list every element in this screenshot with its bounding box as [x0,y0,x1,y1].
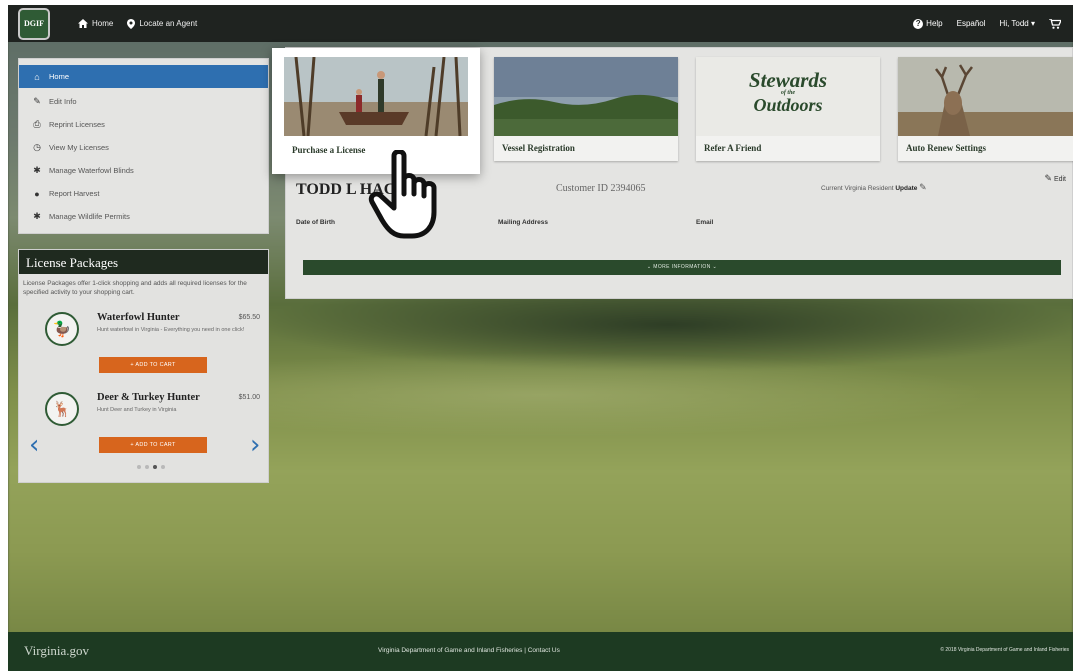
pencil-icon[interactable]: ✎ [919,182,927,192]
cart-icon[interactable] [1049,18,1061,29]
license-packages-title: License Packages [19,250,268,274]
info-icon: ● [34,188,40,199]
gear-icon: ✱ [33,165,41,175]
copyright: © 2018 Virginia Department of Game and I… [940,647,1069,653]
license-packages-description: License Packages offer 1-click shopping … [23,280,247,296]
license-packages-panel: License Packages License Packages offer … [18,249,269,483]
sidebar-item-wildlife-permits[interactable]: ✱ Manage Wildlife Permits [19,205,268,228]
edit-customer-link[interactable]: ✎ Edit [1044,173,1066,184]
help-link[interactable]: ? Help [913,18,943,29]
package-item: 🦌 Deer & Turkey Hunter $51.00 Hunt Deer … [45,392,260,432]
user-menu[interactable]: Hi, Todd ▾ [1000,19,1035,28]
map-pin-icon [127,18,136,29]
nav-locate-agent-link[interactable]: Locate an Agent [127,18,197,29]
tile-vessel-registration[interactable]: Vessel Registration [494,57,678,161]
update-residency-link[interactable]: Update [895,185,917,192]
home-icon [78,19,88,28]
dob-label: Date of Birth [296,219,335,226]
sidebar-item-reprint-licenses[interactable]: ⎙ Reprint Licenses [19,113,268,136]
sidebar-item-report-harvest[interactable]: ● Report Harvest [19,182,268,205]
language-link[interactable]: Español [957,19,986,28]
pencil-icon: ✎ [33,96,41,106]
deer-icon: 🦌 [45,392,79,426]
help-icon: ? [913,18,924,29]
lake-image [494,57,678,136]
sidebar-item-view-licenses[interactable]: ◷ View My Licenses [19,136,268,159]
gear-icon: ✱ [33,211,41,221]
tile-auto-renew[interactable]: Auto Renew Settings [898,57,1073,161]
customer-id: Customer ID 2394065 [556,183,646,194]
printer-icon: ⎙ [33,119,41,129]
contact-us-link[interactable]: Contact Us [528,647,560,654]
hand-cursor-icon [368,150,437,239]
history-icon: ◷ [33,142,41,152]
carousel-dots [137,465,165,469]
mailing-address-label: Mailing Address [498,219,548,226]
carousel-dot[interactable] [137,465,141,469]
footer: Virginia.gov Virginia Department of Game… [8,632,1073,671]
tile-refer-friend[interactable]: Stewards of the Outdoors Refer A Friend [696,57,880,161]
more-information-button[interactable]: ⌄ MORE INFORMATION ⌄ [303,260,1061,275]
carousel-dot[interactable] [161,465,165,469]
carousel-prev-icon[interactable]: ‹ [29,432,39,458]
deer-image [898,57,1073,136]
duck-icon: 🦆 [45,312,79,346]
resident-status: Current Virginia Resident Update ✎ [821,182,927,192]
stewards-logo: Stewards of the Outdoors [696,57,880,136]
home-icon: ⌂ [34,71,40,82]
sidebar-item-waterfowl-blinds[interactable]: ✱ Manage Waterfowl Blinds [19,159,268,182]
pencil-icon: ✎ [1044,173,1052,183]
nav-home-link[interactable]: Home [78,19,113,28]
add-to-cart-button[interactable]: + ADD TO CART [99,357,207,373]
sidebar-item-edit-info[interactable]: ✎ Edit Info [19,90,268,113]
carousel-dot[interactable] [153,465,157,469]
top-navbar: DGIF Home Locate an Agent ? Help Español … [8,5,1073,42]
carousel-next-icon[interactable]: › [250,432,260,458]
sidebar-item-home[interactable]: ⌂ Home [19,65,268,88]
sidebar-nav: ⌂ Home ✎ Edit Info ⎙ Reprint Licenses ◷ … [18,58,269,234]
fishing-boat-image [284,57,468,136]
virginia-gov-link[interactable]: Virginia.gov [24,643,89,659]
add-to-cart-button[interactable]: + ADD TO CART [99,437,207,453]
dgif-link[interactable]: Virginia Department of Game and Inland F… [378,647,522,654]
email-label: Email [696,219,714,226]
browser-viewport: DGIF Home Locate an Agent ? Help Español … [8,5,1073,671]
carousel-dot[interactable] [145,465,149,469]
dgif-logo[interactable]: DGIF [18,7,50,40]
